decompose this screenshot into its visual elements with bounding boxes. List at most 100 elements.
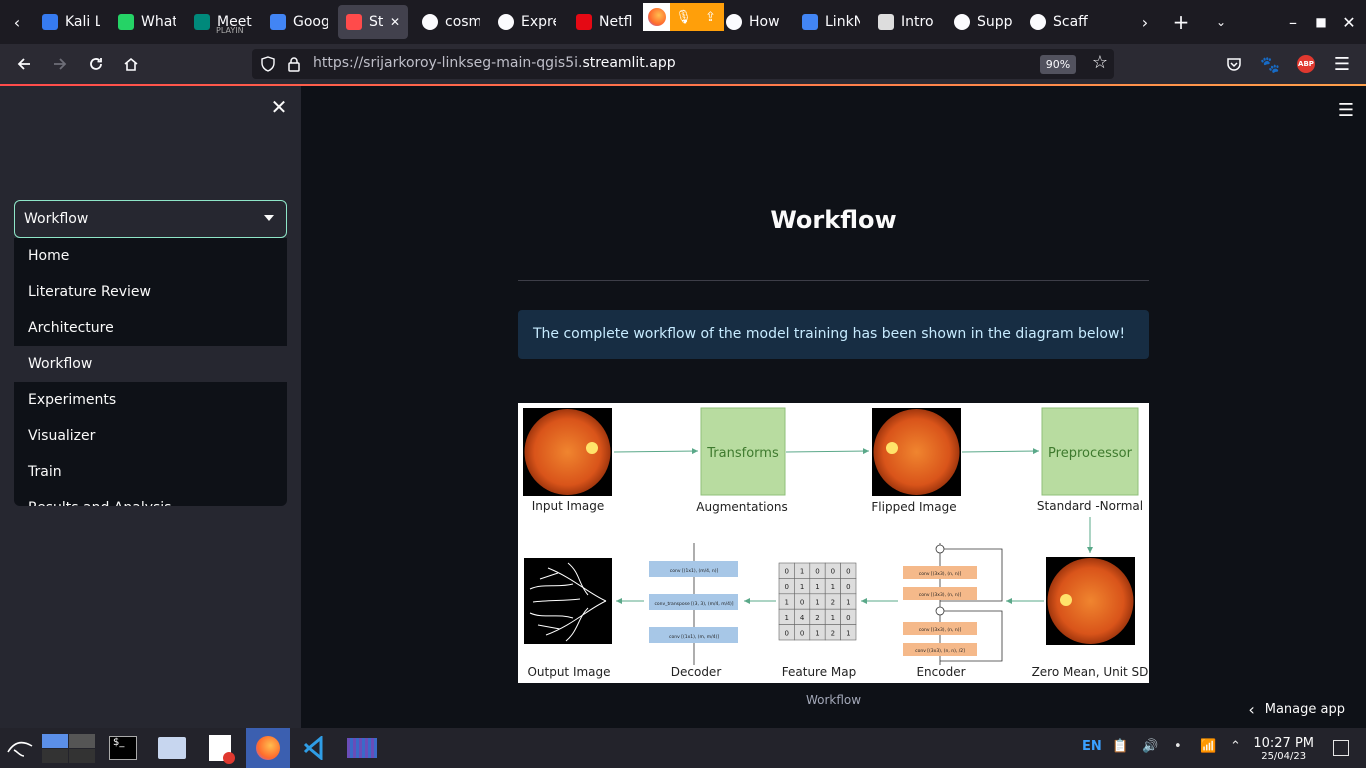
url-bar[interactable]: https://srijarkoroy-linkseg-main-qgis5i.… — [252, 49, 1114, 79]
back-button[interactable] — [8, 48, 40, 80]
tab-2[interactable]: Meet PLAYIN — [186, 5, 260, 39]
keyboard-layout[interactable]: EN — [1082, 739, 1102, 754]
firefox-icon[interactable] — [643, 3, 670, 31]
option-visualizer[interactable]: Visualizer — [14, 418, 287, 454]
option-results-and-analysis[interactable]: Results and Analysis — [14, 490, 287, 506]
clipboard-icon[interactable]: 📋 — [1112, 739, 1128, 754]
adblock-plus-button[interactable]: ABP — [1290, 48, 1322, 80]
microphone-icon[interactable]: 🎙 — [670, 3, 697, 31]
hamburger-menu-icon[interactable]: ☰ — [1338, 100, 1354, 121]
file-manager-icon[interactable] — [156, 732, 188, 764]
feature-cell-value: 1 — [784, 599, 788, 607]
feature-cell-value: 1 — [815, 629, 819, 637]
tab-5[interactable]: cosm — [414, 5, 488, 39]
tray-expand-icon[interactable]: ⌃ — [1230, 739, 1241, 754]
list-tabs-button[interactable]: ⌄ — [1204, 5, 1238, 39]
show-desktop-icon[interactable] — [1333, 740, 1349, 756]
feature-cell-value: 0 — [846, 614, 850, 622]
decoder-block: conv [(1x1), (m/4, n)] conv_transpose [(… — [649, 543, 738, 665]
chevron-left-icon: ‹ — [1248, 700, 1255, 719]
decoder-conv-2-label: conv_transpose [(3, 3), (m/4, m/4)] — [654, 601, 733, 607]
home-button[interactable] — [115, 48, 147, 80]
app-menu-button[interactable]: ☰ — [1326, 48, 1358, 80]
close-window-button[interactable]: ✕ — [1332, 5, 1366, 39]
clock[interactable]: 10:27 PM 25/04/23 — [1253, 736, 1314, 762]
shield-icon[interactable] — [260, 56, 276, 72]
reload-icon — [90, 58, 102, 70]
selectbox-dropdown: Home Literature Review Architecture Work… — [14, 238, 287, 506]
close-tab-icon[interactable]: ✕ — [390, 15, 400, 29]
tab-12[interactable]: Scaff — [1022, 5, 1096, 39]
tab-9[interactable]: LinkN — [794, 5, 868, 39]
workspace-switcher[interactable] — [40, 732, 96, 764]
encoder-block: conv [(3x3), (n, n)] conv [(3x3), (n, n)… — [903, 543, 1003, 665]
home-icon — [124, 57, 138, 71]
label-transforms: Transforms — [706, 446, 779, 461]
feature-cell-value: 0 — [846, 583, 850, 591]
vscode-icon[interactable] — [299, 732, 331, 764]
workspace-1 — [41, 733, 68, 748]
tab-scroll-left-button[interactable]: ‹ — [0, 5, 34, 39]
tab-7[interactable]: Netfl — [568, 5, 642, 39]
screen-share-icon[interactable]: ⇪ — [697, 3, 724, 31]
terminal-icon[interactable]: $_ — [107, 732, 139, 764]
workflow-diagram-svg: Input Image Transforms Augmentations Fli… — [523, 407, 1149, 679]
workspace-3 — [41, 748, 68, 763]
wifi-icon[interactable]: 📶 — [1200, 739, 1216, 754]
pocket-button[interactable] — [1218, 48, 1250, 80]
streamlit-icon — [346, 14, 362, 30]
option-literature-review[interactable]: Literature Review — [14, 274, 287, 310]
tab-6[interactable]: Expre — [490, 5, 564, 39]
reload-button[interactable] — [80, 48, 112, 80]
option-workflow[interactable]: Workflow — [14, 346, 287, 382]
label-flipped-image: Flipped Image — [871, 500, 956, 514]
tab-3[interactable]: Goog — [262, 5, 336, 39]
option-train[interactable]: Train — [14, 454, 287, 490]
tab-title: Kali Linu — [65, 14, 100, 30]
feature-cell-value: 1 — [815, 583, 819, 591]
tab-8[interactable]: How — [718, 5, 792, 39]
new-tab-button[interactable]: + — [1164, 5, 1198, 39]
tab-4[interactable]: Stre ✕ — [338, 5, 408, 39]
volume-icon[interactable]: 🔊 — [1142, 739, 1158, 754]
page-title: Workflow — [770, 206, 897, 234]
divider — [518, 280, 1149, 281]
kali-menu-icon[interactable] — [4, 732, 36, 764]
option-home[interactable]: Home — [14, 238, 287, 274]
forward-button[interactable] — [44, 48, 76, 80]
tab-1[interactable]: What — [110, 5, 184, 39]
screenshot-tool-icon[interactable] — [346, 732, 378, 764]
feature-cell-value: 0 — [784, 629, 788, 637]
extension-popup-strip: 🎙 ⇪ — [643, 3, 724, 31]
label-zero-mean: Zero Mean, Unit SD — [1032, 665, 1149, 679]
feature-cell-value: 1 — [800, 568, 804, 576]
bookmark-star-icon[interactable]: ☆ — [1092, 54, 1108, 72]
google-icon — [270, 14, 286, 30]
input-fundus-image — [523, 408, 612, 496]
tab-0[interactable]: Kali Linu — [34, 5, 108, 39]
flipped-fundus-image — [872, 408, 961, 496]
label-output-image: Output Image — [527, 665, 610, 679]
text-editor-icon[interactable] — [204, 732, 236, 764]
tab-title: LinkN — [825, 14, 860, 30]
tab-11[interactable]: Supp — [946, 5, 1020, 39]
navigation-toolbar: https://srijarkoroy-linkseg-main-qgis5i.… — [0, 44, 1366, 84]
feature-cell-value: 0 — [831, 568, 835, 576]
page-selectbox[interactable]: Workflow — [14, 200, 287, 238]
feature-cell-value: 0 — [846, 568, 850, 576]
power-icon[interactable]: • — [1174, 739, 1182, 754]
clock-time: 10:27 PM — [1253, 736, 1314, 751]
option-architecture[interactable]: Architecture — [14, 310, 287, 346]
feature-cell-value: 1 — [831, 583, 835, 591]
kali-icon — [42, 14, 58, 30]
tab-10[interactable]: Intro — [870, 5, 944, 39]
tab-scroll-right-button[interactable]: › — [1128, 5, 1162, 39]
zoom-level-badge[interactable]: 90% — [1040, 55, 1076, 74]
firefox-taskbar-icon[interactable] — [246, 728, 290, 768]
manage-app-button[interactable]: ‹ Manage app — [1248, 700, 1345, 719]
chevron-down-icon[interactable] — [264, 215, 274, 221]
close-sidebar-button[interactable]: ✕ — [268, 95, 290, 119]
option-experiments[interactable]: Experiments — [14, 382, 287, 418]
extension-paw-icon[interactable]: 🐾 — [1254, 48, 1286, 80]
lock-icon[interactable] — [287, 56, 301, 72]
